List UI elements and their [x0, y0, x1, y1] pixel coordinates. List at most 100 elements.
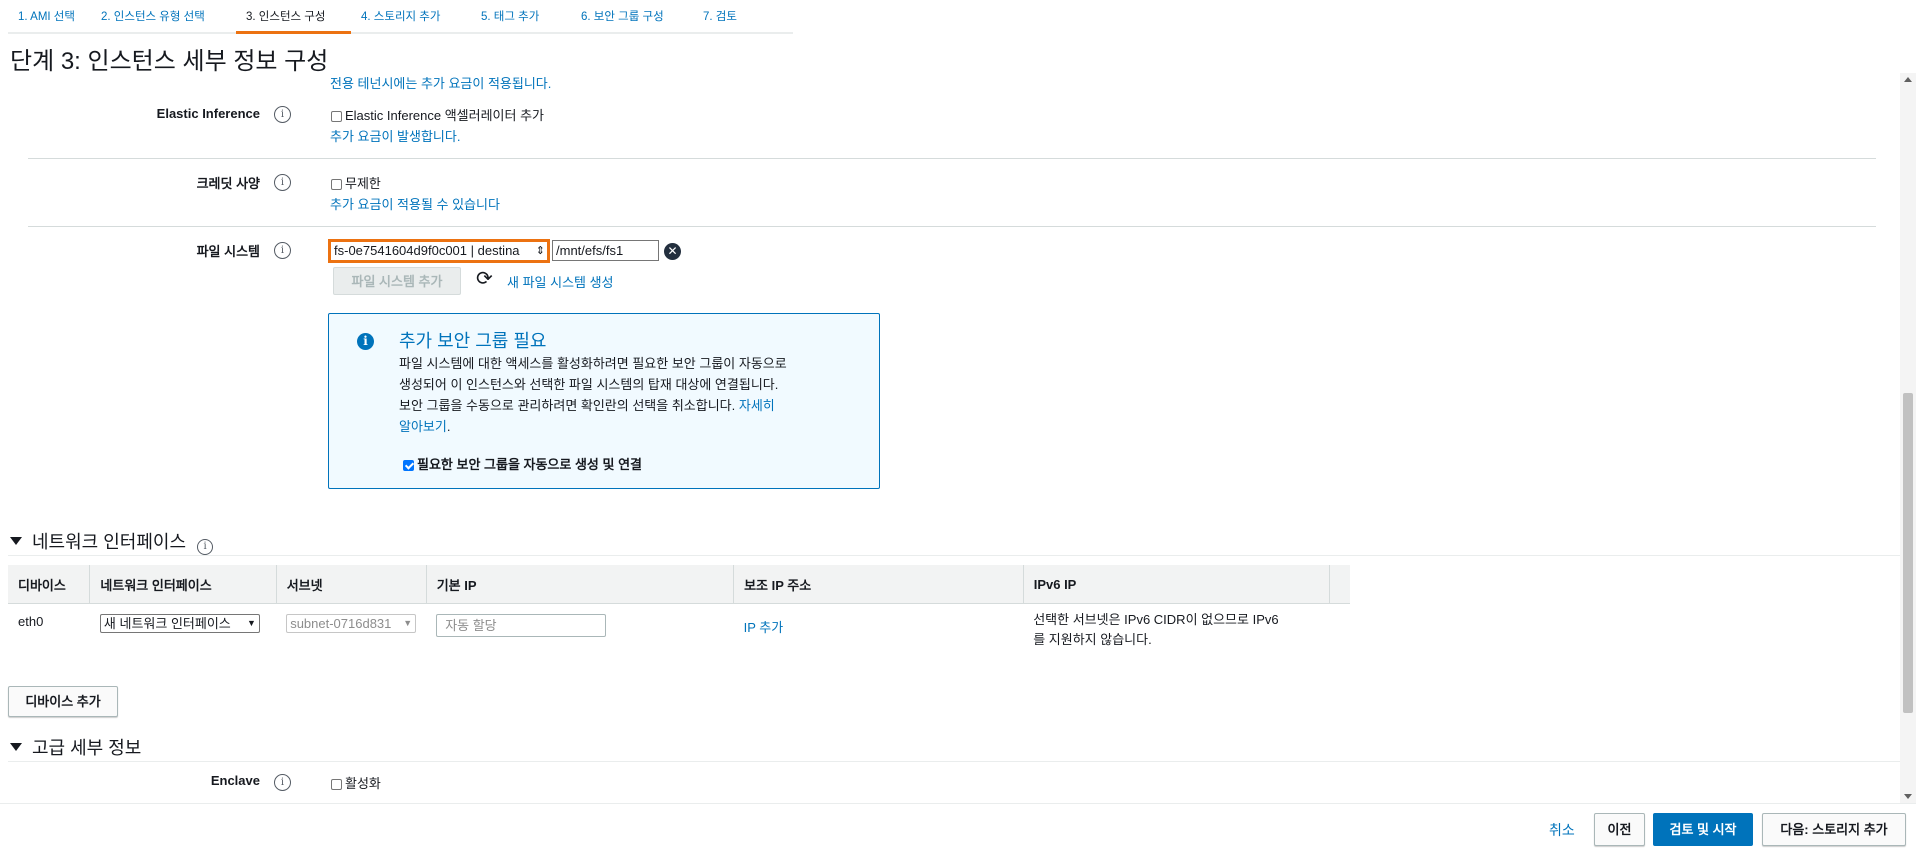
tab-ami[interactable]: 1. AMI 선택: [8, 0, 91, 34]
security-group-alert: i 추가 보안 그룹 필요 파일 시스템에 대한 액세스를 활성화하려면 필요한…: [328, 313, 880, 489]
network-interfaces-header[interactable]: 네트워크 인터페이스 i: [10, 528, 214, 555]
next-add-storage-button[interactable]: 다음: 스토리지 추가: [1762, 813, 1906, 846]
divider: [28, 226, 1876, 227]
subnet-select[interactable]: subnet-0716d831 ▼: [286, 614, 417, 633]
alert-line: 알아보기.: [399, 416, 839, 437]
checkbox-icon[interactable]: [331, 179, 342, 190]
info-icon[interactable]: i: [197, 539, 214, 555]
learn-more-suffix: .: [446, 419, 451, 434]
add-device-button[interactable]: 디바이스 추가: [8, 686, 118, 717]
alert-body: 파일 시스템에 대한 액세스를 활성화하려면 필요한 보안 그룹이 자동으로 생…: [399, 353, 839, 437]
column-header: 서브넷: [276, 565, 427, 604]
info-icon[interactable]: i: [274, 106, 291, 123]
column-header: 네트워크 인터페이스: [89, 565, 277, 604]
network-interfaces-title: 네트워크 인터페이스: [32, 532, 187, 552]
elastic-inference-checkbox[interactable]: Elastic Inference 액셀러레이터 추가: [331, 105, 544, 124]
tab-security-group[interactable]: 6. 보안 그룹 구성: [571, 0, 693, 34]
scroll-up-arrow-icon[interactable]: [1904, 77, 1912, 82]
column-header: 디바이스: [8, 565, 91, 604]
checkbox-checked-icon[interactable]: [403, 460, 414, 471]
previous-button[interactable]: 이전: [1594, 813, 1645, 846]
column-header: 보조 IP 주소: [733, 565, 1024, 604]
chevron-down-icon: ▼: [403, 618, 413, 628]
configure-instance-form: 전용 테넌시에는 추가 요금이 적용됩니다. Elastic Inference…: [0, 73, 1900, 803]
learn-more-link[interactable]: 자세히: [739, 398, 775, 413]
alert-line: 생성되어 이 인스턴스와 선택한 파일 시스템의 탑재 대상에 연결됩니다.: [399, 377, 779, 392]
advanced-details-header[interactable]: 고급 세부 정보: [10, 734, 141, 760]
alert-line: 파일 시스템에 대한 액세스를 활성화하려면 필요한 보안 그룹이 자동으로: [399, 356, 787, 371]
info-icon[interactable]: i: [274, 242, 291, 259]
enclave-checkbox-label: 활성화: [345, 776, 381, 791]
section-divider: [8, 761, 1900, 762]
subnet-value: subnet-0716d831: [290, 616, 392, 631]
file-system-select[interactable]: fs-0e7541604d9f0c001 | destina ⇕: [328, 239, 550, 263]
mount-path-input[interactable]: /mnt/efs/fs1: [552, 240, 659, 261]
advanced-details-title: 고급 세부 정보: [32, 738, 142, 758]
network-interface-value: 새 네트워크 인터페이스: [103, 616, 231, 631]
create-file-system-link[interactable]: 새 파일 시스템 생성: [507, 272, 614, 291]
empty-cell: [1330, 604, 1351, 663]
tab-review[interactable]: 7. 검토: [693, 0, 793, 34]
tab-add-tags[interactable]: 5. 태그 추가: [471, 0, 571, 34]
file-system-label: 파일 시스템: [196, 244, 260, 259]
auto-security-group-checkbox[interactable]: 필요한 보안 그룹을 자동으로 생성 및 연결: [403, 454, 642, 473]
scroll-down-arrow-icon[interactable]: [1904, 794, 1912, 799]
checkbox-icon[interactable]: [331, 111, 342, 122]
primary-ip-input[interactable]: 자동 할당: [436, 614, 607, 637]
collapse-caret-icon[interactable]: [10, 743, 22, 751]
tab-instance-type[interactable]: 2. 인스턴스 유형 선택: [91, 0, 236, 34]
scrollbar-thumb[interactable]: [1903, 393, 1913, 713]
table-header-row: 디바이스 네트워크 인터페이스 서브넷 기본 IP 보조 IP 주소 IPv6 …: [8, 565, 1350, 604]
unlimited-checkbox[interactable]: 무제한: [331, 173, 381, 192]
device-cell: eth0: [18, 614, 44, 629]
network-interface-select[interactable]: 새 네트워크 인터페이스 ▼: [99, 614, 260, 633]
collapse-caret-icon[interactable]: [10, 537, 22, 545]
auto-security-group-label: 필요한 보안 그룹을 자동으로 생성 및 연결: [417, 457, 642, 472]
section-divider: [8, 555, 1900, 556]
wizard-steps: 1. AMI 선택 2. 인스턴스 유형 선택 3. 인스턴스 구성 4. 스토…: [8, 0, 793, 34]
add-ip-link[interactable]: IP 추가: [744, 620, 784, 635]
cancel-link[interactable]: 취소: [1549, 820, 1575, 840]
alert-title: 추가 보안 그룹 필요: [399, 331, 547, 351]
elastic-inference-checkbox-label: Elastic Inference 액셀러레이터 추가: [345, 108, 545, 123]
alert-line-text: 보안 그룹을 수동으로 관리하려면 확인란의 선택을 취소합니다.: [399, 398, 736, 413]
select-arrows-icon: ⇕: [535, 245, 545, 257]
divider: [28, 158, 1876, 159]
file-system-selected-value: fs-0e7541604d9f0c001 | destina: [334, 243, 520, 258]
page-title: 단계 3: 인스턴스 세부 정보 구성: [10, 48, 329, 75]
ipv6-note-line: 를 지원하지 않습니다.: [1033, 632, 1152, 647]
subnet-cell: subnet-0716d831 ▼: [276, 604, 426, 663]
table-row: eth0 새 네트워크 인터페이스 ▼ subnet-0716d831 ▼ 자동…: [8, 604, 1350, 663]
interface-cell: 새 네트워크 인터페이스 ▼: [90, 604, 276, 663]
unlimited-checkbox-label: 무제한: [345, 176, 381, 191]
alert-line: 보안 그룹을 수동으로 관리하려면 확인란의 선택을 취소합니다. 자세히: [399, 395, 839, 416]
footer-divider: [0, 803, 1916, 804]
ipv6-note-line: 선택한 서브넷은 IPv6 CIDR이 없으므로 IPv6: [1033, 612, 1279, 627]
column-header-empty: [1329, 565, 1350, 604]
column-header: 기본 IP: [426, 565, 735, 604]
info-icon[interactable]: i: [274, 774, 291, 791]
enclave-checkbox[interactable]: 활성화: [331, 773, 381, 792]
chevron-down-icon: ▼: [247, 618, 256, 628]
secondary-ip-cell: IP 추가: [734, 604, 1024, 663]
tab-configure-instance[interactable]: 3. 인스턴스 구성: [236, 0, 351, 34]
remove-file-system-icon[interactable]: ✕: [664, 243, 681, 260]
add-file-system-button[interactable]: 파일 시스템 추가: [333, 267, 461, 295]
refresh-icon[interactable]: ⟳: [476, 266, 493, 291]
tenancy-pricing-note[interactable]: 전용 테넌시에는 추가 요금이 적용됩니다.: [330, 73, 551, 92]
tab-add-storage[interactable]: 4. 스토리지 추가: [351, 0, 471, 34]
learn-more-link-cont[interactable]: 알아보기: [399, 419, 447, 434]
vertical-scrollbar[interactable]: [1900, 73, 1916, 803]
checkbox-icon[interactable]: [331, 779, 342, 790]
review-and-launch-button[interactable]: 검토 및 시작: [1653, 813, 1753, 846]
info-circle-icon: i: [357, 333, 374, 350]
elastic-inference-label: Elastic Inference: [156, 106, 260, 121]
primary-ip-cell: 자동 할당: [426, 604, 733, 663]
ipv6-cell: 선택한 서브넷은 IPv6 CIDR이 없으므로 IPv6 를 지원하지 않습니…: [1023, 604, 1329, 663]
network-interfaces-table: 디바이스 네트워크 인터페이스 서브넷 기본 IP 보조 IP 주소 IPv6 …: [8, 565, 1350, 662]
info-icon[interactable]: i: [274, 174, 291, 191]
elastic-inference-pricing-link[interactable]: 추가 요금이 발생합니다.: [330, 126, 460, 145]
credit-pricing-link[interactable]: 추가 요금이 적용될 수 있습니다: [330, 194, 500, 213]
column-header: IPv6 IP: [1023, 565, 1331, 604]
credit-spec-label: 크레딧 사양: [196, 176, 260, 191]
